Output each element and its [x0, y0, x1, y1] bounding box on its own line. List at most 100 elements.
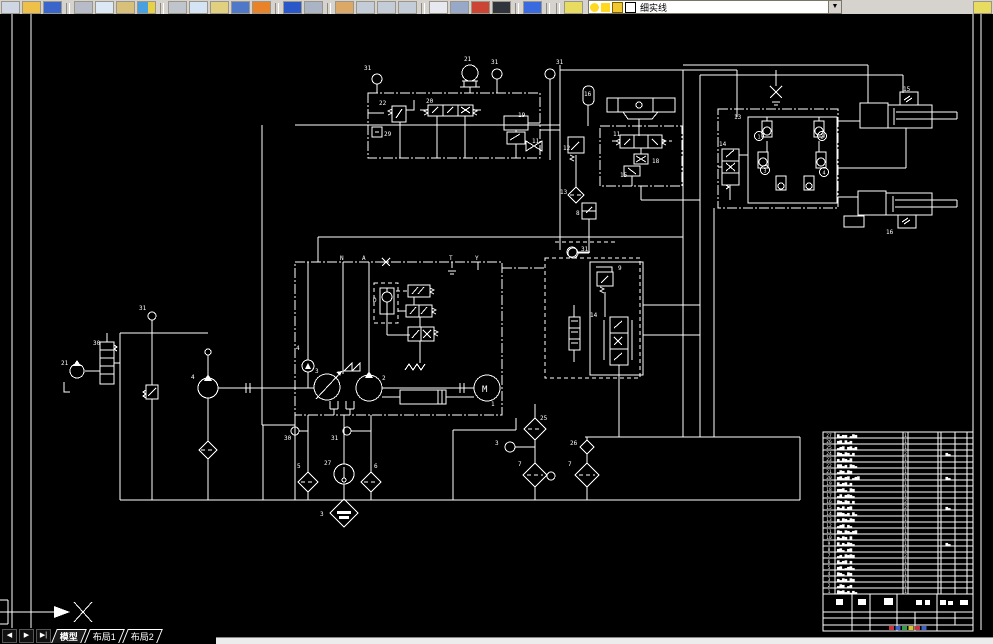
redo-icon[interactable]	[304, 1, 323, 14]
svg-text:2: 2	[904, 553, 907, 559]
gauge-cylinder-symbol	[606, 97, 676, 113]
undo-icon[interactable]	[283, 1, 302, 14]
plot-icon[interactable]	[74, 1, 93, 14]
publish-icon[interactable]	[116, 1, 135, 14]
svg-text:4: 4	[828, 571, 831, 577]
topleft-valve-block	[368, 64, 556, 160]
svg-text:20: 20	[426, 98, 434, 105]
toolbar-separator	[66, 3, 70, 14]
edit-icon[interactable]	[252, 1, 271, 14]
paste-icon[interactable]	[210, 1, 229, 14]
tab-布局2[interactable]: 布局2	[122, 629, 163, 643]
layer-dropdown[interactable]: 细实线 ▼	[588, 0, 842, 14]
svg-text:30: 30	[284, 435, 292, 442]
bom-table-rows: 27 ▆▃▅▅▁▃▆▅ 126 ▅▆▂▆▃▅ 125 ▃▅▆▁▅▆▃▅ 124 ▆▅▃▆▅▂▅…	[823, 431, 973, 595]
layer-previous-icon[interactable]	[973, 1, 992, 14]
zoom-icon[interactable]	[356, 1, 375, 14]
render-icon[interactable]	[471, 1, 490, 14]
svg-text:1: 1	[904, 457, 907, 463]
grid-icon[interactable]	[492, 1, 511, 14]
svg-text:4: 4	[296, 345, 300, 352]
zoom-window-icon[interactable]	[377, 1, 396, 14]
bulb-icon[interactable]	[590, 2, 599, 12]
layers-icon[interactable]	[564, 1, 583, 14]
svg-text:T: T	[449, 255, 453, 262]
svg-text:1: 1	[904, 511, 907, 517]
svg-text:16: 16	[584, 91, 592, 98]
pan-icon[interactable]	[335, 1, 354, 14]
toolbar-separator	[546, 3, 550, 14]
main-toolbar: 细实线 ▼	[0, 0, 993, 15]
cube-icon[interactable]	[612, 1, 623, 13]
svg-text:14: 14	[826, 511, 832, 517]
midright-valve-block	[566, 246, 644, 376]
pump-group	[290, 257, 501, 528]
find-icon[interactable]	[429, 1, 448, 14]
tab-布局1[interactable]: 布局1	[84, 629, 125, 643]
tab-nav-1[interactable]: ▶	[19, 629, 34, 643]
layer-color-swatch[interactable]	[625, 1, 636, 13]
svg-text:3: 3	[828, 577, 831, 583]
svg-text:7: 7	[518, 461, 522, 468]
status-strip	[216, 637, 993, 644]
ole-icon[interactable]	[450, 1, 469, 14]
svg-text:D: D	[373, 297, 377, 304]
svg-text:5: 5	[828, 565, 831, 571]
help-icon[interactable]	[523, 1, 542, 14]
svg-text:17: 17	[826, 493, 832, 499]
tab-nav-0[interactable]: ◀	[2, 629, 17, 643]
svg-text:18: 18	[652, 158, 660, 165]
return-filters	[504, 417, 600, 488]
pump-symbol	[355, 374, 383, 402]
web-icon[interactable]	[137, 1, 156, 14]
new-icon[interactable]	[1, 1, 20, 14]
svg-text:9: 9	[618, 265, 622, 272]
sun-icon[interactable]	[601, 2, 610, 12]
svg-text:3: 3	[495, 440, 499, 447]
svg-text:7: 7	[828, 553, 831, 559]
svg-text:31: 31	[491, 59, 499, 66]
zoom-prev-icon[interactable]	[398, 1, 417, 14]
svg-text:1: 1	[828, 589, 831, 595]
toolbar-separator	[515, 3, 519, 14]
tab-nav-2[interactable]: ▶|	[36, 629, 51, 643]
drawing-canvas[interactable]: 31 21 31 31 22 20 29 19 11 16 11 18 15 12 13 8 31 13 14 15 1…	[0, 14, 993, 637]
tab-模型[interactable]: 模型	[51, 629, 87, 643]
open-icon[interactable]	[22, 1, 41, 14]
toolbar-separator	[556, 3, 560, 14]
svg-text:9: 9	[828, 541, 831, 547]
svg-text:13: 13	[826, 517, 832, 523]
preview-icon[interactable]	[95, 1, 114, 14]
svg-text:31: 31	[556, 59, 564, 66]
match-icon[interactable]	[231, 1, 250, 14]
svg-text:11: 11	[532, 138, 540, 145]
cut-icon[interactable]	[168, 1, 187, 14]
svg-text:6: 6	[828, 559, 831, 565]
title-block-marks	[836, 598, 968, 605]
svg-text:15: 15	[826, 505, 832, 511]
svg-text:16: 16	[826, 499, 832, 505]
svg-text:1: 1	[904, 523, 907, 529]
layer-name-label: 细实线	[640, 2, 668, 13]
svg-text:10: 10	[826, 535, 832, 541]
svg-text:2: 2	[382, 375, 386, 382]
svg-text:22: 22	[379, 100, 387, 107]
svg-text:3: 3	[763, 169, 766, 175]
svg-text:1: 1	[904, 571, 907, 577]
copy-icon[interactable]	[189, 1, 208, 14]
svg-text:1: 1	[904, 583, 907, 589]
svg-text:1: 1	[904, 559, 907, 565]
toolbar-separator	[160, 3, 164, 14]
svg-text:1: 1	[491, 401, 495, 408]
svg-text:5: 5	[297, 463, 301, 470]
svg-text:31: 31	[331, 435, 339, 442]
svg-text:19: 19	[518, 112, 526, 119]
layout-tab-bar: ◀ ▶ ▶| 模型 布局1 布局2	[0, 628, 216, 644]
svg-text:1: 1	[904, 541, 907, 547]
svg-text:1: 1	[757, 135, 760, 141]
chevron-down-icon[interactable]: ▼	[828, 1, 841, 13]
svg-text:25: 25	[540, 415, 548, 422]
save-icon[interactable]	[43, 1, 62, 14]
svg-text:25: 25	[826, 445, 832, 451]
toolbar-separator	[275, 3, 279, 14]
